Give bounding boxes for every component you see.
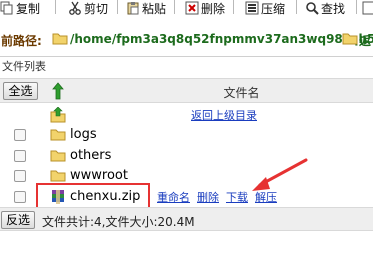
delete-button[interactable]: 删除 — [185, 0, 225, 16]
parent-directory-link[interactable]: 返回上级目录 — [191, 107, 257, 123]
search-icon — [306, 2, 319, 15]
file-summary: 文件共计:4,文件大小:20.4M — [42, 215, 195, 229]
file-name[interactable]: others — [70, 148, 111, 163]
row-checkbox[interactable] — [14, 129, 26, 141]
delete-link[interactable]: 删除 — [197, 189, 219, 205]
table-row-parent: 返回上级目录 — [0, 104, 373, 125]
copy-label: 复制 — [16, 1, 41, 16]
toolbar: 复制 剪切 粘贴 删除 压缩 查找 — [0, 0, 373, 22]
row-checkbox[interactable] — [14, 170, 26, 182]
delete-label: 删除 — [201, 1, 226, 16]
folder-icon — [50, 150, 66, 162]
path-label: 前路径: — [1, 34, 42, 48]
column-header-filename: 文件名 — [223, 86, 260, 100]
path-bar: 前路径: /home/fpm3a3q8q52fnpmmv37an3wq98cqh… — [0, 29, 373, 51]
file-name[interactable]: wwwroot — [70, 168, 128, 183]
table-row: logs — [0, 124, 373, 145]
compress-icon — [245, 1, 259, 15]
folder-up-icon — [50, 107, 66, 123]
copy-icon — [0, 1, 13, 15]
row-checkbox[interactable] — [14, 150, 26, 162]
folder-icon — [50, 170, 66, 182]
copy-button[interactable]: 复制 — [0, 0, 40, 16]
row-checkbox[interactable] — [14, 191, 26, 203]
more-icon — [362, 1, 373, 15]
path-go-button[interactable]: 返 — [359, 32, 371, 49]
more-button[interactable] — [362, 0, 373, 16]
cut-button[interactable]: 剪切 — [68, 0, 108, 16]
toolbar-divider — [233, 0, 234, 14]
current-path[interactable]: /home/fpm3a3q8q52fnpmmv37an3wq98cqh5/ — [70, 32, 373, 46]
folder-icon — [342, 33, 358, 45]
paste-label: 粘贴 — [142, 1, 167, 16]
rename-link[interactable]: 重命名 — [157, 189, 190, 205]
folder-icon — [52, 33, 68, 45]
section-title: 文件列表 — [0, 56, 373, 73]
scissors-icon — [69, 1, 81, 15]
paste-button[interactable]: 粘贴 — [126, 0, 166, 16]
folder-icon — [50, 129, 66, 141]
compress-button[interactable]: 压缩 — [245, 0, 285, 16]
toolbar-divider — [356, 0, 357, 14]
compress-label: 压缩 — [261, 1, 286, 16]
table-header: 全选 文件名 — [0, 78, 373, 103]
delete-icon — [185, 1, 199, 15]
toolbar-divider — [296, 0, 297, 14]
cut-label: 剪切 — [84, 1, 109, 16]
paste-icon — [127, 2, 139, 15]
file-name[interactable]: logs — [70, 127, 97, 142]
annotation-arrow — [252, 158, 308, 191]
toolbar-divider — [174, 0, 175, 14]
table-footer: 反选 文件共计:4,文件大小:20.4M — [0, 207, 373, 231]
highlight-box — [36, 183, 150, 210]
invert-selection-button[interactable]: 反选 — [1, 211, 35, 229]
search-label: 查找 — [321, 1, 346, 16]
toolbar-divider — [117, 0, 118, 14]
search-button[interactable]: 查找 — [305, 0, 345, 16]
table-row: others — [0, 145, 373, 166]
toolbar-divider — [55, 0, 56, 14]
